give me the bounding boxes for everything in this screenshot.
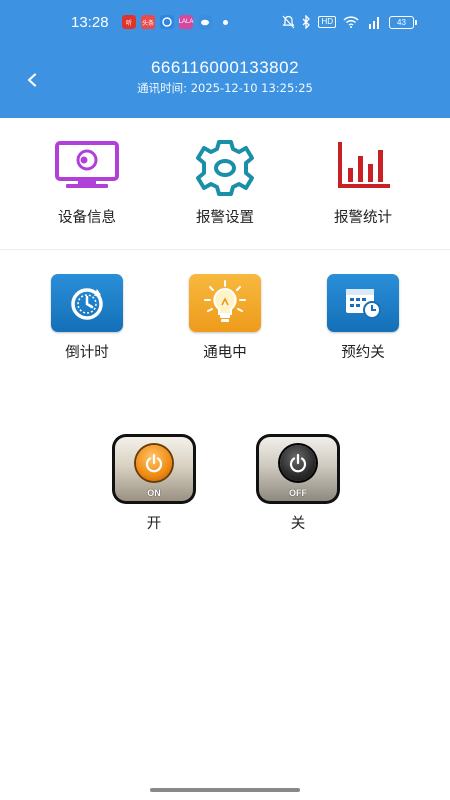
video-app-icon: LALA bbox=[179, 15, 193, 29]
power-on-button[interactable]: ON 开 bbox=[111, 434, 197, 533]
scheduled-off-tile bbox=[327, 274, 399, 332]
power-off-face: OFF bbox=[259, 437, 337, 501]
mute-bell-icon bbox=[282, 14, 295, 30]
browser-app-icon bbox=[160, 15, 174, 29]
bar-chart-icon bbox=[338, 142, 390, 188]
status-bar: 13:28 听 头条 LALA HD 43 bbox=[0, 0, 450, 44]
status-countdown[interactable]: 倒计时 bbox=[27, 274, 147, 362]
comm-time-value: 2025-12-10 13:25:25 bbox=[190, 81, 313, 95]
power-off-frame: OFF bbox=[256, 434, 340, 504]
status-label: 倒计时 bbox=[65, 345, 109, 361]
header-bar: 13:28 听 头条 LALA HD 43 666116000133802 通讯… bbox=[0, 0, 450, 118]
music-app-icon: 听 bbox=[122, 15, 136, 29]
signal-icon bbox=[366, 14, 382, 30]
status-time: 13:28 bbox=[71, 14, 109, 31]
bluetooth-icon bbox=[302, 14, 311, 30]
power-on-face: ON bbox=[115, 437, 193, 501]
hd-label: HD bbox=[318, 16, 336, 28]
status-label: 预约关 bbox=[341, 345, 385, 361]
lightbulb-icon bbox=[204, 280, 246, 322]
menu-alarm-stats[interactable]: 报警统计 bbox=[303, 140, 423, 227]
countdown-tile bbox=[51, 274, 123, 332]
status-label: 通电中 bbox=[203, 345, 247, 361]
power-off-button[interactable]: OFF 关 bbox=[255, 434, 341, 533]
status-powered[interactable]: 通电中 bbox=[165, 274, 285, 362]
menu-device-info[interactable]: 设备信息 bbox=[27, 140, 147, 227]
news-app-icon: 头条 bbox=[141, 15, 155, 29]
power-on-frame: ON bbox=[112, 434, 196, 504]
power-on-label: 开 bbox=[146, 516, 162, 532]
status-scheduled-off[interactable]: 预约关 bbox=[303, 274, 423, 362]
battery-indicator: 43 bbox=[389, 15, 417, 29]
cloud-app-icon bbox=[198, 15, 212, 29]
system-icons: HD 43 bbox=[282, 14, 417, 30]
menu-label: 报警统计 bbox=[334, 210, 392, 226]
wifi-icon bbox=[343, 14, 359, 30]
home-indicator[interactable] bbox=[150, 788, 300, 792]
device-id-title: 666116000133802 bbox=[150, 58, 300, 77]
comm-time-label: 通讯时间: bbox=[137, 81, 188, 95]
comm-time: 通讯时间: 2025-12-10 13:25:25 bbox=[0, 80, 450, 96]
power-off-label: 关 bbox=[290, 516, 306, 532]
gear-icon bbox=[196, 140, 254, 196]
menu-label: 设备信息 bbox=[58, 210, 116, 226]
notification-icons: 听 头条 LALA bbox=[122, 15, 228, 29]
power-on-icon bbox=[136, 445, 172, 481]
power-on-text: ON bbox=[147, 488, 161, 498]
power-off-icon bbox=[280, 445, 316, 481]
menu-alarm-settings[interactable]: 报警设置 bbox=[165, 140, 285, 227]
feature-menu: 设备信息 报警设置 报警统计 bbox=[0, 140, 450, 235]
timer-icon bbox=[71, 288, 103, 320]
hd-icon: HD bbox=[318, 14, 336, 30]
menu-label: 报警设置 bbox=[196, 210, 254, 226]
calendar-clock-icon bbox=[346, 289, 381, 319]
more-notifications-dot bbox=[223, 19, 228, 25]
power-off-text: OFF bbox=[289, 488, 307, 498]
section-divider bbox=[0, 249, 450, 250]
powered-tile bbox=[189, 274, 261, 332]
app-screen: 13:28 听 头条 LALA HD 43 666116000133802 通讯… bbox=[0, 0, 450, 800]
monitor-icon bbox=[55, 141, 119, 188]
